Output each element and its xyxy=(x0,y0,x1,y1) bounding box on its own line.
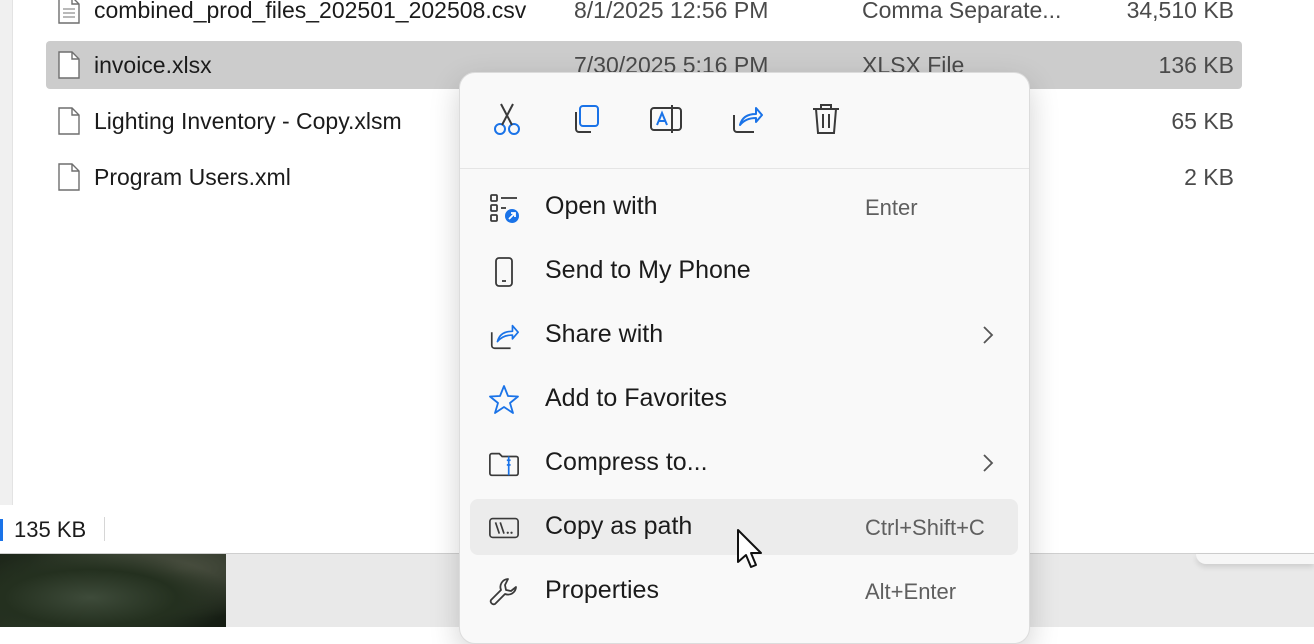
open-with-icon xyxy=(490,194,519,223)
file-name: combined_prod_files_202501_202508.csv xyxy=(94,0,527,23)
copy-icon xyxy=(575,105,599,133)
mouse-pointer-icon xyxy=(737,529,762,568)
file-type: Comma Separate... xyxy=(862,0,1062,23)
file-date: 8/1/2025 12:56 PM xyxy=(574,0,769,23)
menu-item-label: Send to My Phone xyxy=(545,256,751,284)
selection-size: 135 KB xyxy=(14,517,87,542)
menu-item-label: Add to Favorites xyxy=(545,384,728,412)
file-size: 2 KB xyxy=(1184,163,1234,190)
file-size: 65 KB xyxy=(1171,107,1234,134)
delete-icon xyxy=(813,104,839,134)
navigation-pane-edge xyxy=(0,0,13,505)
chevron-right-icon xyxy=(983,326,994,344)
file-name: Program Users.xml xyxy=(94,163,291,190)
menu-item-label: Open with xyxy=(545,192,658,220)
copy-button[interactable] xyxy=(566,99,606,139)
menu-item-send-to-phone[interactable]: Send to My Phone xyxy=(470,243,1018,299)
file-icon xyxy=(58,107,80,135)
chevron-right-icon xyxy=(983,454,994,472)
file-size: 136 KB xyxy=(1158,51,1234,78)
file-name: Lighting Inventory - Copy.xlsm xyxy=(94,107,402,134)
menu-item-open-with[interactable]: Open with Enter xyxy=(470,179,1018,235)
share-icon xyxy=(490,324,519,350)
status-accent xyxy=(0,519,3,541)
cut-icon xyxy=(494,103,520,135)
compress-folder-icon xyxy=(489,452,519,477)
background-window-edge xyxy=(1196,554,1314,564)
menu-item-label: Compress to... xyxy=(545,448,708,476)
menu-item-add-to-favorites[interactable]: Add to Favorites xyxy=(470,371,1018,427)
cut-button[interactable] xyxy=(487,99,527,139)
desktop-wallpaper xyxy=(0,554,226,627)
menu-item-shortcut: Enter xyxy=(865,195,918,220)
rename-button[interactable] xyxy=(646,99,686,139)
share-icon xyxy=(733,107,763,133)
menu-item-label: Properties xyxy=(545,576,659,604)
delete-button[interactable] xyxy=(806,99,846,139)
menu-separator xyxy=(460,168,1029,169)
copy-path-icon xyxy=(489,517,519,539)
quick-actions-bar xyxy=(460,73,1029,167)
menu-item-share-with[interactable]: Share with xyxy=(470,307,1018,363)
menu-item-label: Share with xyxy=(545,320,664,348)
phone-icon xyxy=(495,257,513,287)
status-divider xyxy=(104,517,105,541)
file-size: 34,510 KB xyxy=(1126,0,1234,23)
file-icon xyxy=(58,51,80,79)
wrench-icon xyxy=(489,578,517,606)
menu-item-label: Copy as path xyxy=(545,512,693,540)
share-button[interactable] xyxy=(727,99,767,139)
file-icon xyxy=(58,163,80,191)
menu-item-compress-to[interactable]: Compress to... xyxy=(470,435,1018,491)
star-icon xyxy=(489,385,519,414)
csv-file-icon xyxy=(58,0,80,24)
menu-item-properties[interactable]: Properties Alt+Enter xyxy=(470,563,1018,619)
rename-icon xyxy=(650,105,682,133)
menu-item-shortcut: Alt+Enter xyxy=(865,579,957,604)
file-name: invoice.xlsx xyxy=(94,51,212,78)
menu-item-shortcut: Ctrl+Shift+C xyxy=(865,515,985,540)
file-row[interactable]: combined_prod_files_202501_202508.csv 8/… xyxy=(46,0,1242,34)
